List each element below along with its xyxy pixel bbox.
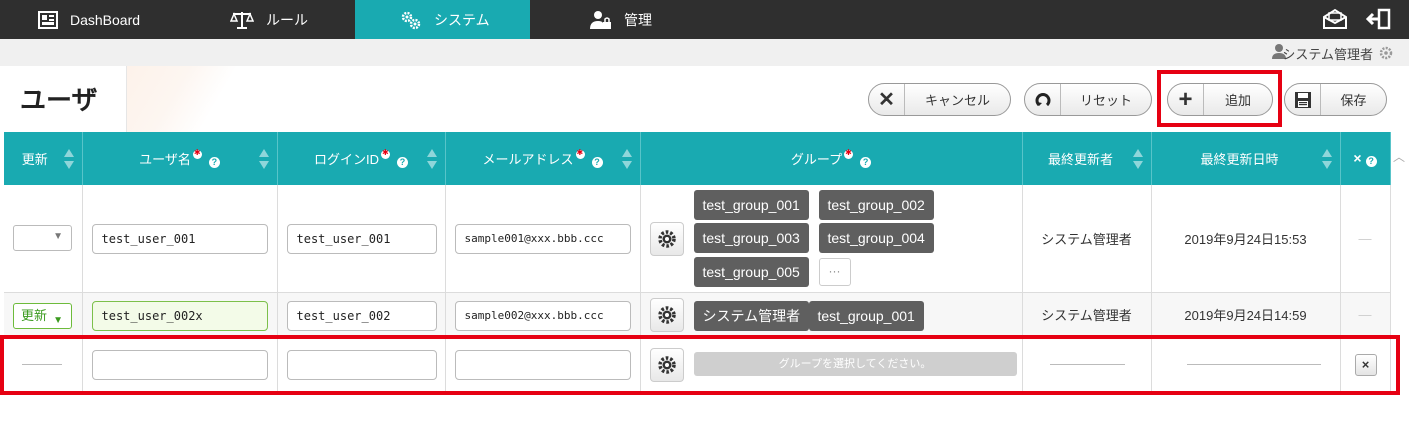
logout-icon[interactable] [1366, 8, 1392, 30]
close-icon: ✕ [878, 88, 895, 111]
nav-item-dashboard[interactable]: DashBoard [38, 0, 188, 39]
group-settings-button[interactable] [649, 297, 684, 332]
column-header-last-updater[interactable]: 最終更新者 [1022, 132, 1152, 185]
update-select[interactable]: 更新 ▼ [13, 302, 72, 329]
dashboard-icon [38, 10, 58, 29]
login-id-input[interactable]: test_user_002 [286, 300, 437, 331]
cancel-button[interactable]: ✕ キャンセル [868, 83, 1011, 116]
column-header-update[interactable]: 更新 [4, 132, 83, 185]
group-tag[interactable]: test_group_005 [693, 257, 809, 287]
help-icon[interactable]: ? [1365, 156, 1377, 167]
column-header-login-id[interactable]: ログインID? [277, 132, 446, 185]
nav-label-system: システム [434, 11, 490, 28]
table-header-row: 更新 ユーザ名? ログインID? メールアドレス? グループ? 最終更新者 最終… [4, 132, 1391, 185]
group-tag[interactable]: システム管理者 [693, 300, 810, 331]
save-button[interactable]: 保存 [1284, 83, 1387, 116]
column-header-username[interactable]: ユーザ名? [82, 132, 278, 185]
reset-button[interactable]: リセット [1024, 83, 1152, 116]
gear-icon [657, 230, 676, 248]
gears-icon [401, 11, 421, 29]
nav-item-admin[interactable]: 管理 [590, 0, 680, 39]
reset-icon [1035, 92, 1050, 106]
last-updater-cell: システム管理者 [1022, 292, 1152, 338]
table-row: ▼ test_user_001 test_user_001 sample001@… [4, 185, 1391, 293]
settings-gear-icon[interactable] [1379, 46, 1393, 60]
required-icon [192, 148, 202, 159]
top-navigation-bar: DashBoard ルール システム 管理 [0, 0, 1409, 39]
column-header-last-updated[interactable]: 最終更新日時 [1151, 132, 1341, 185]
help-icon[interactable]: ? [397, 157, 408, 168]
group-tag[interactable]: test_group_001 [693, 190, 809, 220]
cancel-button-label: キャンセル [924, 93, 990, 108]
chevron-down-icon: ▼ [53, 314, 63, 326]
column-header-delete: ×? [1340, 132, 1391, 185]
group-tag[interactable]: test_group_004 [818, 223, 934, 253]
sort-icon[interactable] [63, 149, 74, 169]
last-updated-cell: 2019年9月24日15:53 [1151, 185, 1341, 293]
required-icon [381, 148, 390, 159]
nav-item-rules[interactable]: ルール [230, 0, 340, 39]
email-input[interactable]: sample001@xxx.bbb.ccc [454, 224, 631, 254]
sort-icon[interactable] [621, 149, 632, 169]
sort-icon[interactable] [1321, 149, 1332, 169]
username-input[interactable]: test_user_001 [91, 224, 268, 254]
more-groups-button[interactable]: ··· [818, 258, 851, 286]
reset-button-label: リセット [1079, 93, 1132, 108]
table-row: 更新 ▼ test_user_002x test_user_002 sample0… [4, 292, 1391, 338]
mail-icon[interactable] [1322, 8, 1348, 30]
save-button-label: 保存 [1340, 93, 1367, 108]
help-icon[interactable]: ? [860, 157, 872, 168]
sort-icon[interactable] [1132, 149, 1143, 169]
group-settings-button[interactable] [649, 222, 684, 256]
gear-icon [657, 305, 676, 324]
nav-label-admin: 管理 [624, 11, 652, 28]
username-input[interactable]: test_user_002x [91, 300, 268, 331]
nav-label-dashboard: DashBoard [70, 11, 141, 28]
help-icon[interactable]: ? [208, 157, 220, 168]
scroll-up-icon[interactable]: ︿ [1393, 148, 1405, 165]
group-tag[interactable]: test_group_002 [818, 190, 934, 220]
nav-label-rules: ルール [266, 11, 308, 28]
required-icon [575, 148, 585, 159]
delete-placeholder: — [1340, 185, 1391, 293]
required-icon [844, 148, 854, 159]
user-bar: システム管理者 [0, 39, 1409, 66]
column-header-group: グループ? [640, 132, 1023, 185]
email-input[interactable]: sample002@xxx.bbb.ccc [454, 300, 631, 331]
group-tag[interactable]: test_group_001 [808, 300, 924, 331]
page-title: ユーザ [20, 86, 98, 116]
add-button-highlight [1157, 70, 1282, 127]
title-decoration [127, 66, 247, 132]
help-icon[interactable]: ? [591, 157, 603, 168]
floppy-disk-icon [1294, 91, 1311, 108]
group-tag[interactable]: test_group_003 [693, 223, 809, 253]
delete-placeholder: — [1340, 292, 1391, 338]
update-select[interactable]: ▼ [13, 225, 72, 251]
sort-icon[interactable] [258, 149, 269, 169]
user-lock-icon [590, 10, 611, 29]
sort-icon[interactable] [426, 149, 437, 169]
scale-icon [230, 11, 254, 29]
new-row-highlight [0, 335, 1400, 395]
nav-item-system[interactable]: システム [355, 0, 530, 39]
last-updated-cell: 2019年9月24日14:59 [1151, 292, 1341, 338]
current-user-name[interactable]: システム管理者 [1282, 44, 1373, 63]
last-updater-cell: システム管理者 [1022, 185, 1152, 293]
login-id-input[interactable]: test_user_001 [286, 224, 437, 254]
column-header-email[interactable]: メールアドレス? [445, 132, 641, 185]
chevron-down-icon: ▼ [53, 231, 63, 242]
